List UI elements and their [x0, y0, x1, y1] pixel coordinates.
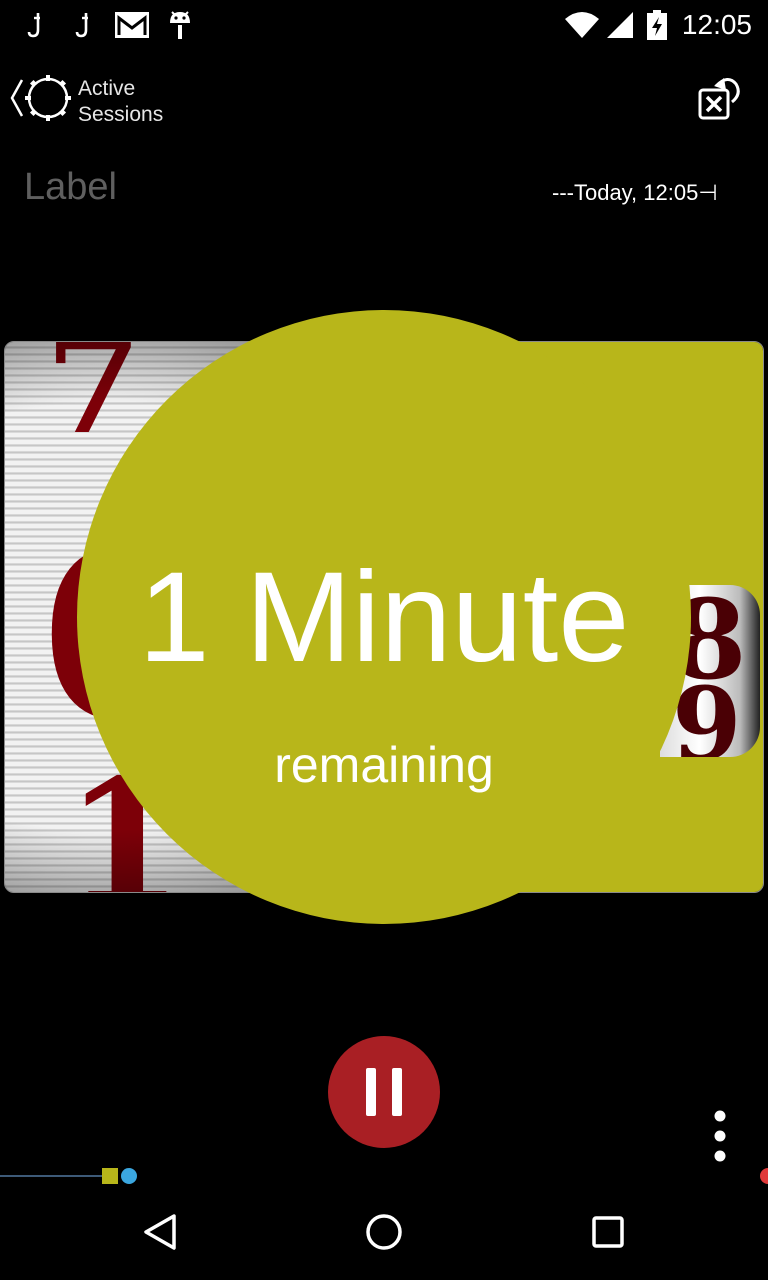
nav-home-icon[interactable]: [354, 1204, 414, 1260]
countdown-label: remaining: [274, 737, 494, 793]
usb-debug-icon: [18, 8, 54, 42]
session-time: ---Today, 12:05⊣: [552, 180, 718, 205]
countdown-value: 1 Minute: [138, 546, 630, 689]
pause-button[interactable]: [328, 1036, 440, 1148]
cell-signal-icon: [602, 8, 638, 42]
title-active: Active: [78, 77, 136, 100]
progress-marker-dot: [121, 1168, 137, 1184]
close-session-icon[interactable]: [694, 70, 746, 126]
gmail-icon: [112, 8, 152, 42]
pause-icon: [392, 1068, 402, 1116]
nav-recents-icon[interactable]: [578, 1204, 638, 1260]
wifi-icon: [562, 8, 602, 42]
navigation-bar: [0, 1184, 768, 1280]
android-icon: [162, 8, 198, 42]
back-gear-icon[interactable]: [8, 70, 78, 126]
battery-charging-icon: [640, 8, 674, 42]
pause-icon: [366, 1068, 376, 1116]
status-time: 12:05: [681, 9, 752, 40]
title-sessions: Sessions: [78, 103, 164, 126]
nav-back-icon[interactable]: [130, 1204, 190, 1260]
progress-marker-square: [102, 1168, 118, 1184]
status-bar: 12:05: [0, 0, 768, 50]
more-vert-icon[interactable]: [698, 1108, 742, 1164]
usb-debug-icon: [66, 8, 102, 42]
progress-end-marker: [760, 1168, 768, 1184]
session-label[interactable]: Label: [24, 166, 117, 209]
progress-track: [0, 1175, 104, 1177]
